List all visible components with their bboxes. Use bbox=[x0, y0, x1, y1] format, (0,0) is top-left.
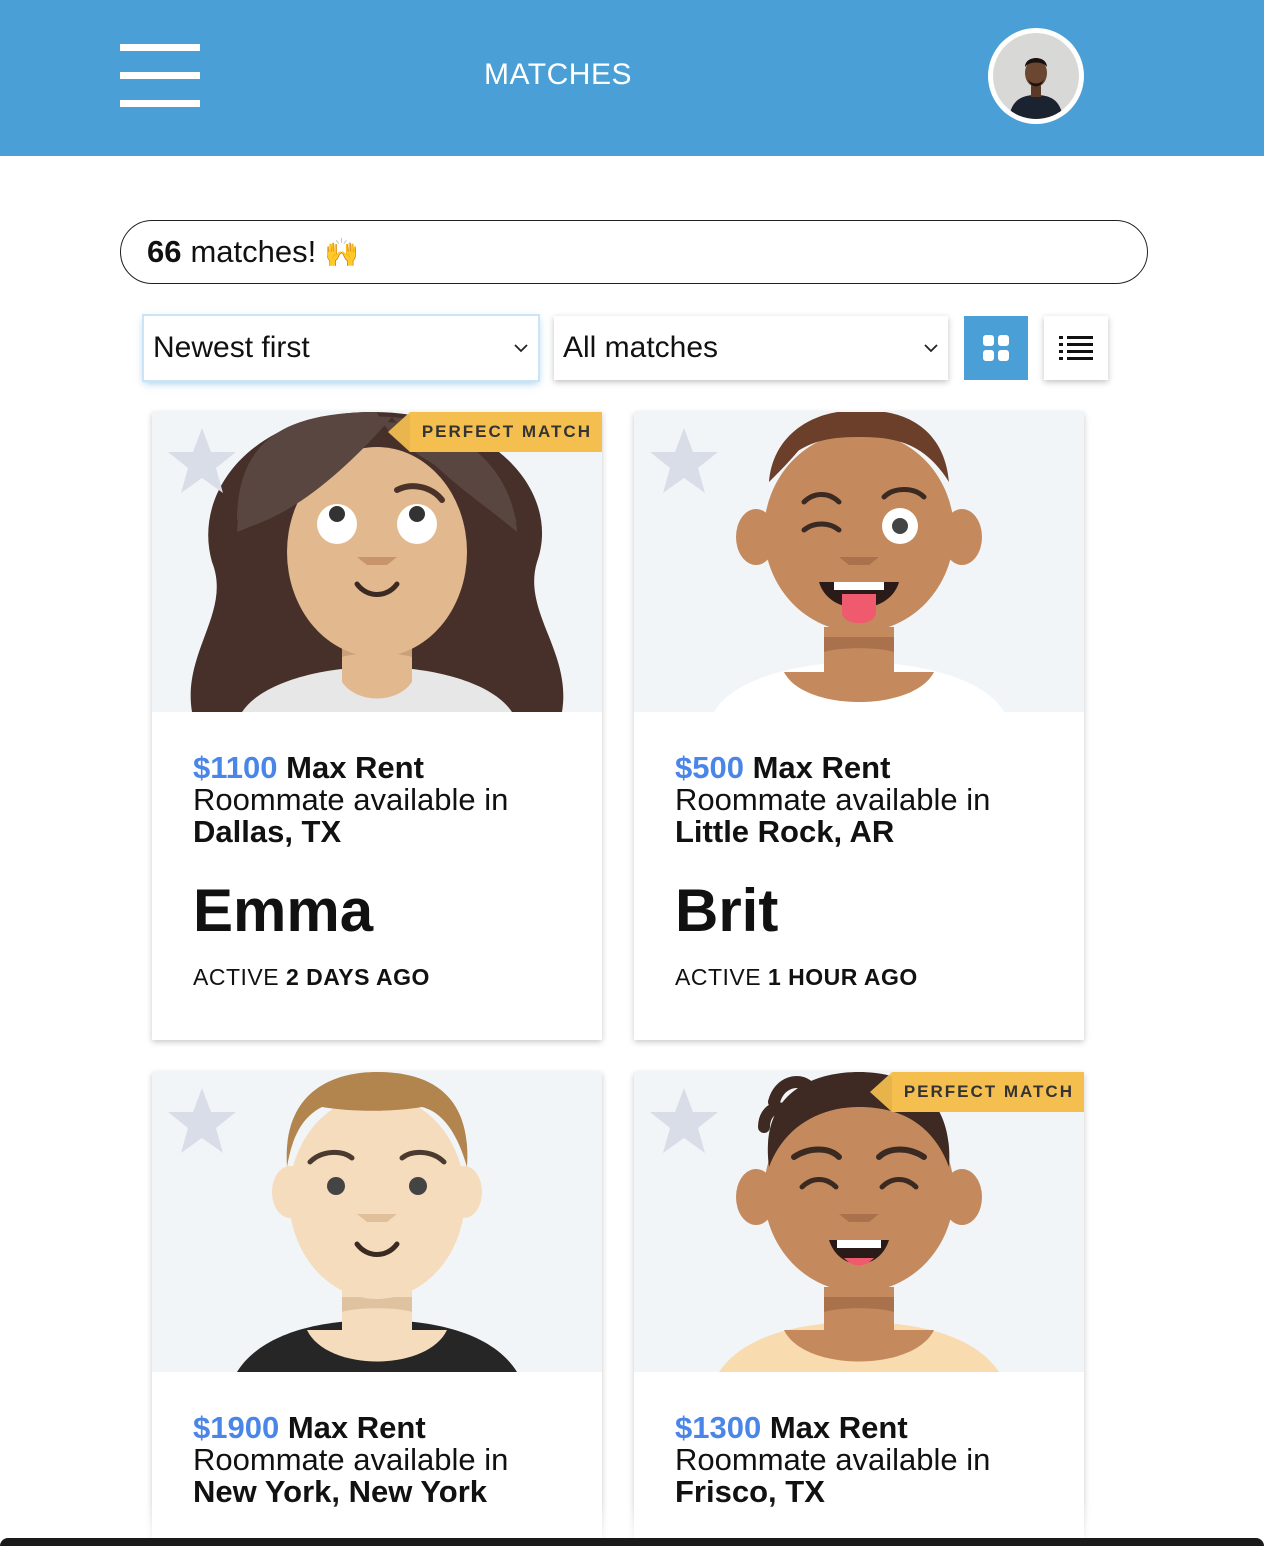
availability-label: Roommate available in bbox=[675, 782, 991, 817]
max-rent-line: $1100 Max Rent bbox=[193, 752, 561, 784]
max-rent-line: $500 Max Rent bbox=[675, 752, 1043, 784]
match-photo bbox=[634, 412, 1084, 712]
active-prefix: ACTIVE bbox=[193, 964, 280, 990]
availability-label: Roommate available in bbox=[193, 782, 509, 817]
match-count-banner: 66 matches! 🙌 bbox=[120, 220, 1148, 284]
sort-select-value: Newest first bbox=[153, 331, 310, 364]
grid-icon bbox=[983, 335, 1009, 361]
rent-price: $1300 bbox=[675, 1410, 762, 1445]
match-count-number: 66 bbox=[147, 234, 182, 269]
favorite-star-icon[interactable] bbox=[648, 426, 720, 496]
sort-select[interactable]: Newest first bbox=[144, 316, 538, 380]
filter-select[interactable]: All matches bbox=[554, 316, 948, 380]
list-icon bbox=[1059, 336, 1093, 360]
active-prefix: ACTIVE bbox=[675, 964, 762, 990]
location-text: New York, New York bbox=[193, 1474, 488, 1509]
perfect-match-badge: PERFECT MATCH bbox=[387, 412, 602, 452]
favorite-star-icon[interactable] bbox=[166, 426, 238, 496]
top-header: MATCHES bbox=[0, 0, 1264, 156]
favorite-star-icon[interactable] bbox=[648, 1086, 720, 1156]
rent-price: $500 bbox=[675, 750, 744, 785]
max-rent-line: $1300 Max Rent bbox=[675, 1412, 1043, 1444]
active-time: 1 HOUR AGO bbox=[767, 964, 918, 990]
location-text: Frisco, TX bbox=[675, 1474, 825, 1509]
favorite-star-icon[interactable] bbox=[166, 1086, 238, 1156]
list-view-button[interactable] bbox=[1044, 316, 1108, 380]
rent-price: $1900 bbox=[193, 1410, 280, 1445]
match-name: Emma bbox=[193, 877, 374, 944]
last-active-text: ACTIVE 1 HOUR AGO bbox=[675, 964, 1043, 991]
grid-view-button[interactable] bbox=[964, 316, 1028, 380]
match-photo bbox=[152, 1072, 602, 1372]
rent-price: $1100 bbox=[193, 750, 278, 785]
match-name: Brit bbox=[675, 877, 779, 944]
perfect-match-badge: PERFECT MATCH bbox=[869, 1072, 1084, 1112]
celebration-emoji: 🙌 bbox=[324, 236, 360, 268]
match-photo: PERFECT MATCH bbox=[634, 1072, 1084, 1372]
location-text: Dallas, TX bbox=[193, 814, 342, 849]
match-card[interactable]: $500 Max Rent Roommate available in Litt… bbox=[634, 412, 1084, 1040]
match-card[interactable]: $1900 Max Rent Roommate available in New… bbox=[152, 1072, 602, 1546]
match-count-label: matches! bbox=[190, 234, 317, 269]
rent-suffix: Max Rent bbox=[286, 750, 424, 785]
rent-suffix: Max Rent bbox=[769, 1410, 908, 1445]
bottom-edge bbox=[0, 1538, 1264, 1546]
chevron-down-icon bbox=[514, 344, 528, 353]
match-card[interactable]: PERFECT MATCH $1300 Max Rent Roommate av… bbox=[634, 1072, 1084, 1546]
availability-label: Roommate available in bbox=[675, 1442, 991, 1477]
match-card[interactable]: PERFECT MATCH $1100 Max Rent Roommate av… bbox=[152, 412, 602, 1040]
availability-label: Roommate available in bbox=[193, 1442, 509, 1477]
rent-suffix: Max Rent bbox=[752, 750, 891, 785]
max-rent-line: $1900 Max Rent bbox=[193, 1412, 561, 1444]
hamburger-menu-icon[interactable] bbox=[120, 44, 200, 108]
filter-select-value: All matches bbox=[563, 331, 719, 364]
page-title: MATCHES bbox=[484, 58, 632, 91]
active-time: 2 DAYS AGO bbox=[285, 964, 430, 990]
last-active-text: ACTIVE 2 DAYS AGO bbox=[193, 964, 561, 991]
chevron-down-icon bbox=[924, 344, 938, 353]
user-avatar[interactable] bbox=[988, 28, 1084, 124]
location-text: Little Rock, AR bbox=[675, 814, 895, 849]
match-photo: PERFECT MATCH bbox=[152, 412, 602, 712]
rent-suffix: Max Rent bbox=[287, 1410, 426, 1445]
